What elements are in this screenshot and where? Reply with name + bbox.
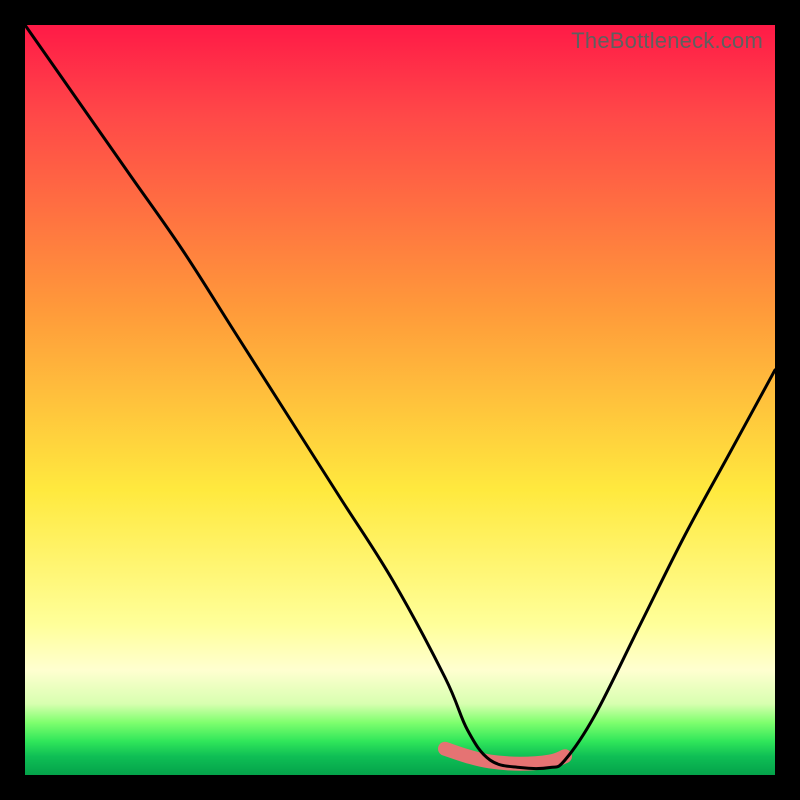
plot-area: TheBottleneck.com <box>25 25 775 775</box>
optimal-range-highlight <box>445 749 565 764</box>
chart-frame: TheBottleneck.com <box>0 0 800 800</box>
curve-layer <box>25 25 775 775</box>
bottleneck-curve <box>25 25 775 769</box>
